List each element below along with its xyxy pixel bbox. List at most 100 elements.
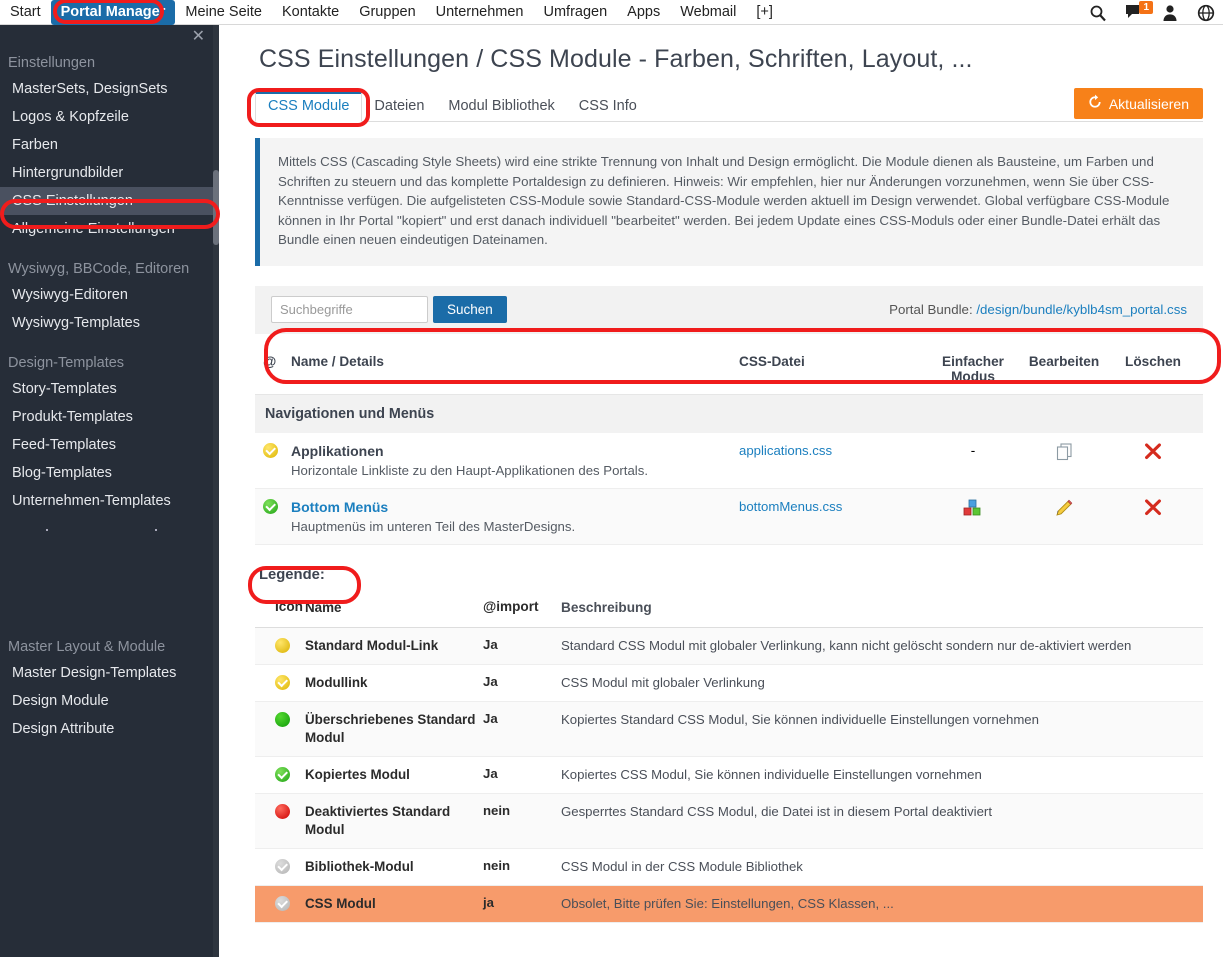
legend-name: Deaktiviertes Standard Modul xyxy=(305,803,451,837)
module-mode-value: - xyxy=(970,442,976,458)
top-nav-item-webmail[interactable]: Webmail xyxy=(670,0,746,25)
red-plain-icon xyxy=(275,803,290,819)
legend-import: nein xyxy=(483,802,511,818)
column-header-at: @ xyxy=(263,353,277,369)
tab-bar: CSS Module Dateien Modul Bibliothek CSS Inf… xyxy=(255,88,1203,122)
column-header-name: Name / Details xyxy=(291,353,384,369)
legend-icon-cell xyxy=(255,674,305,690)
legend-row: CSS Modul ja Obsolet, Bitte prüfen Sie: Ei… xyxy=(255,885,1203,923)
module-file-link[interactable]: bottomMenus.css xyxy=(739,499,842,514)
legend-description: Kopiertes Standard CSS Modul, Sie können… xyxy=(561,711,1039,727)
top-nav-item-portal-manager[interactable]: Portal Manager xyxy=(50,0,176,25)
legend-icon-cell xyxy=(255,637,305,653)
column-header-delete: Löschen xyxy=(1125,353,1181,369)
legend-import: Ja xyxy=(483,636,498,652)
top-nav-item-umfragen[interactable]: Umfragen xyxy=(534,0,618,25)
pencil-icon[interactable] xyxy=(1055,499,1073,520)
tab-list: CSS Module Dateien Modul Bibliothek CSS Inf… xyxy=(255,91,649,122)
user-icon[interactable] xyxy=(1161,4,1179,22)
legend-column-header-import: @import xyxy=(483,598,539,614)
portal-bundle-link[interactable]: /design/bundle/kyblb4sm_portal.css xyxy=(976,302,1187,317)
search-icon[interactable] xyxy=(1089,4,1107,22)
legend-name: CSS Modul xyxy=(305,895,376,911)
top-nav-item-unternehmen[interactable]: Unternehmen xyxy=(426,0,534,25)
top-nav-item-gruppen[interactable]: Gruppen xyxy=(349,0,425,25)
messages-icon[interactable]: 1 xyxy=(1125,0,1153,22)
sidebar-close-icon[interactable]: ✕ xyxy=(192,29,205,45)
module-delete-cell xyxy=(1111,498,1195,520)
grey-check-icon xyxy=(275,895,290,911)
legend-title: Legende: xyxy=(259,566,325,583)
globe-icon[interactable] xyxy=(1197,4,1215,22)
legend-description: Kopiertes CSS Modul, Sie können individu… xyxy=(561,766,982,782)
search-button[interactable]: Suchen xyxy=(433,296,507,323)
legend-column-header-name: Name xyxy=(305,599,342,615)
tab-css-module[interactable]: CSS Module xyxy=(255,91,363,122)
sidebar-item-unternehmen-templates[interactable]: Unternehmen-Templates xyxy=(0,487,219,515)
sidebar-item-logos-kopfzeile[interactable]: Logos & Kopfzeile xyxy=(0,103,219,131)
sidebar-item-hintergrundbilder[interactable]: Hintergrundbilder xyxy=(0,159,219,187)
top-navigation-bar: Start Portal Manager Meine Seite Kontakte Gr… xyxy=(0,0,1223,25)
module-name-cell: Applikationen Horizontale Linkliste zu de… xyxy=(291,443,739,478)
tab-dateien[interactable]: Dateien xyxy=(362,92,436,121)
sidebar-item-mastersets-designsets[interactable]: MasterSets, DesignSets xyxy=(0,75,219,103)
sidebar-item-master-design-templates[interactable]: Master Design-Templates xyxy=(0,659,219,687)
legend-name: Überschriebenes Standard Modul xyxy=(305,711,476,745)
tab-css-info[interactable]: CSS Info xyxy=(567,92,649,121)
delete-x-icon[interactable] xyxy=(1144,442,1162,464)
top-nav-item-apps[interactable]: Apps xyxy=(617,0,670,25)
sidebar-item-allgemeine-einstellungen[interactable]: Allgemeine Einstellungen xyxy=(0,215,219,243)
sidebar-menu: Einstellungen MasterSets, DesignSets Logos… xyxy=(0,51,219,743)
legend-import: nein xyxy=(483,857,511,873)
sidebar-item-wysiwyg-templates[interactable]: Wysiwyg-Templates xyxy=(0,309,219,337)
tab-modul-bibliothek[interactable]: Modul Bibliothek xyxy=(436,92,566,121)
search-bar: Suchen Portal Bundle: /design/bundle/kyb… xyxy=(255,285,1203,334)
legend-import: ja xyxy=(483,894,494,910)
sidebar-spacer-dots xyxy=(0,515,219,545)
column-header-file: CSS-Datei xyxy=(739,353,805,369)
main-content: CSS Einstellungen / CSS Module - Farben,… xyxy=(219,25,1223,957)
legend-column-header-description: Beschreibung xyxy=(561,599,652,615)
refresh-button[interactable]: Aktualisieren xyxy=(1073,88,1203,119)
sidebar-item-produkt-templates[interactable]: Produkt-Templates xyxy=(0,403,219,431)
sidebar-item-design-attribute[interactable]: Design Attribute xyxy=(0,715,219,743)
module-name[interactable]: Bottom Menüs xyxy=(291,499,739,515)
green-check-icon xyxy=(275,766,290,782)
top-nav-item-kontakte[interactable]: Kontakte xyxy=(272,0,349,25)
top-nav-item-meine-seite[interactable]: Meine Seite xyxy=(175,0,272,25)
modules-table: @ Name / Details CSS-Datei Einfacher Mod… xyxy=(255,346,1203,545)
sidebar: ✕ Einstellungen MasterSets, DesignSets Log… xyxy=(0,25,219,957)
sidebar-item-farben[interactable]: Farben xyxy=(0,131,219,159)
page-title: CSS Einstellungen / CSS Module - Farben,… xyxy=(259,45,973,73)
delete-x-icon[interactable] xyxy=(1144,498,1162,520)
legend-name: Standard Modul-Link xyxy=(305,637,439,653)
green-check-icon xyxy=(263,499,278,515)
yellow-check-icon xyxy=(275,674,290,690)
sidebar-item-design-module[interactable]: Design Module xyxy=(0,687,219,715)
yellow-check-icon xyxy=(263,443,278,459)
legend-description: Standard CSS Modul mit globaler Verlinku… xyxy=(561,637,1132,653)
modules-rows: Applikationen Horizontale Linkliste zu de… xyxy=(255,433,1203,545)
sidebar-item-blog-templates[interactable]: Blog-Templates xyxy=(0,459,219,487)
sidebar-item-wysiwyg-editoren[interactable]: Wysiwyg-Editoren xyxy=(0,281,219,309)
blocks-icon[interactable] xyxy=(963,499,983,520)
sidebar-item-css-einstellungen[interactable]: CSS Einstellungen xyxy=(0,187,219,215)
module-edit-cell xyxy=(1017,442,1111,464)
module-mode-cell xyxy=(929,499,1017,520)
refresh-icon xyxy=(1088,94,1102,112)
copy-icon[interactable] xyxy=(1056,442,1073,464)
module-edit-cell xyxy=(1017,499,1111,520)
legend-column-header-icon: Icon xyxy=(275,598,303,614)
info-box: Mittels CSS (Cascading Style Sheets) wir… xyxy=(255,138,1203,266)
module-file-link[interactable]: applications.css xyxy=(739,443,832,458)
legend-row: Modullink Ja CSS Modul mit globaler Verlin… xyxy=(255,665,1203,702)
top-nav-item-start[interactable]: Start xyxy=(0,0,51,25)
grey-check-icon xyxy=(275,858,290,874)
module-status-cell xyxy=(255,499,291,515)
search-input[interactable] xyxy=(271,296,428,323)
sidebar-item-story-templates[interactable]: Story-Templates xyxy=(0,375,219,403)
legend-icon-cell xyxy=(255,858,305,874)
sidebar-item-feed-templates[interactable]: Feed-Templates xyxy=(0,431,219,459)
legend-icon-cell xyxy=(255,766,305,782)
top-nav-item-[interactable]: [+] xyxy=(746,0,783,25)
